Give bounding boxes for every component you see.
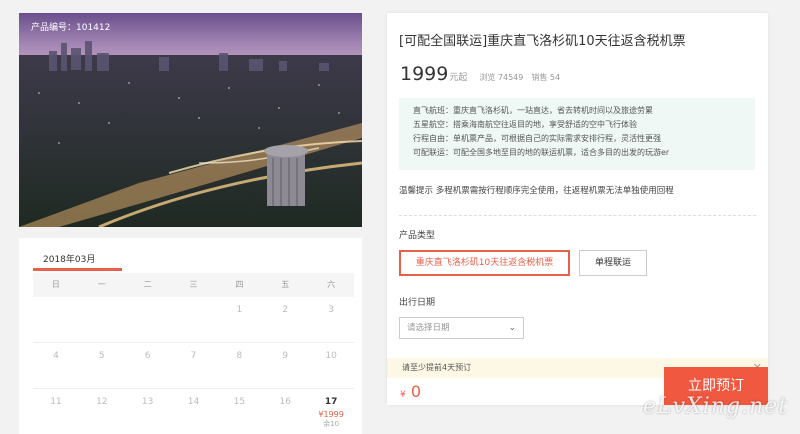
sales-count: 销售 54 [531,73,561,82]
view-count: 浏览 74549 [479,73,524,82]
date-calendar: 2018年03月 日 一 二 三 四 五 六 1 2 3 4 5 6 7 8 9… [19,238,362,434]
weekday-label: 三 [189,280,198,289]
calendar-week-row: 4 5 6 7 8 9 10 [33,343,354,389]
currency-symbol: ¥ [400,390,406,400]
chevron-down-icon: ⌄ [508,323,516,333]
product-photo: 产品编号：101412 [19,13,362,227]
calendar-day: 13 [141,397,154,407]
calendar-day: 5 [98,351,105,361]
feature-item: 可配联运：可配全国多地至目的地的联运机票，适合多目的出发的玩游er [413,148,670,157]
calendar-day: 12 [96,397,108,407]
calendar-month-underline [33,268,122,271]
calendar-month[interactable]: 2018年03月 [43,252,95,265]
booking-panel: [可配全国联运]重庆直飞洛杉矶10天往返含税机票 1999 元起 浏览 7454… [387,13,768,405]
total-price: ¥ 0 [400,382,421,401]
feature-list: 直飞航班：重庆直飞洛杉矶，一站直达，省去转机时间以及旅途劳累 五星航空：搭乘海南… [399,98,755,170]
calendar-weekday-header: 日 一 二 三 四 五 六 [33,273,354,297]
calendar-day [171,297,217,342]
calendar-day: 1 [236,305,243,315]
calendar-day: 6 [144,351,151,361]
calendar-day-available[interactable]: 17 ¥1999 余10 [308,389,354,434]
product-type-label: 产品类型 [399,231,436,241]
weekday-label: 日 [51,280,60,289]
notice-text: 请至少提前4天预订 [402,363,472,372]
product-title: [可配全国联运]重庆直飞洛杉矶10天往返含税机票 [399,34,686,49]
weekday-label: 六 [327,280,336,289]
product-type-option-roundtrip[interactable]: 重庆直飞洛杉矶10天往返含税机票 [399,250,570,276]
feature-item: 行程自由：单机票产品，可根据自己的实际需求安排行程，灵活性更强 [413,134,661,143]
section-divider [399,215,756,216]
calendar-day [33,297,79,342]
calendar-day: 7 [190,351,197,361]
calendar-grid: 1 2 3 4 5 6 7 8 9 10 11 12 13 14 15 16 1… [33,297,354,434]
product-type-option-oneway[interactable]: 单程联运 [579,250,647,276]
departure-date-label: 出行日期 [399,298,436,308]
weekday-label: 四 [235,280,244,289]
weekday-label: 一 [97,280,106,289]
total-amount: 0 [410,382,422,401]
calendar-day: 2 [282,305,289,315]
weekday-label: 五 [281,280,290,289]
calendar-day-price: ¥1999 [318,410,344,419]
calendar-day: 15 [233,397,246,407]
product-number: 产品编号：101412 [31,23,111,33]
site-watermark: eLvXing.net [642,394,788,419]
calendar-week-row: 1 2 3 [33,297,354,343]
calendar-day: 4 [53,351,59,361]
calendar-day-stock: 余10 [323,420,340,428]
calendar-day [79,297,125,342]
weekday-label: 二 [143,280,152,289]
calendar-week-row: 11 12 13 14 15 16 17 ¥1999 余10 [33,389,354,434]
calendar-day: 11 [50,397,62,407]
calendar-day: 3 [328,305,334,315]
calendar-day [125,297,171,342]
departure-date-placeholder: 请选择日期 [407,323,450,333]
warm-tip: 温馨提示 多程机票需按行程顺序完全使用，往返程机票无法单独使用回程 [399,186,674,196]
feature-item: 五星航空：搭乘海南航空往返目的地，享受舒适的空中飞行体验 [413,120,637,129]
calendar-day: 10 [325,351,337,361]
price-row: 1999 元起 浏览 74549 销售 54 [400,63,560,85]
departure-date-select[interactable]: 请选择日期 ⌄ [399,317,524,339]
calendar-day: 8 [236,351,243,361]
feature-item: 直飞航班：重庆直飞洛杉矶，一站直达，省去转机时间以及旅途劳累 [413,106,653,115]
calendar-day: 16 [279,397,291,407]
calendar-day: 14 [187,397,200,407]
calendar-day: 9 [282,351,289,361]
product-price: 1999 [400,63,449,85]
price-unit: 元起 [449,73,468,83]
